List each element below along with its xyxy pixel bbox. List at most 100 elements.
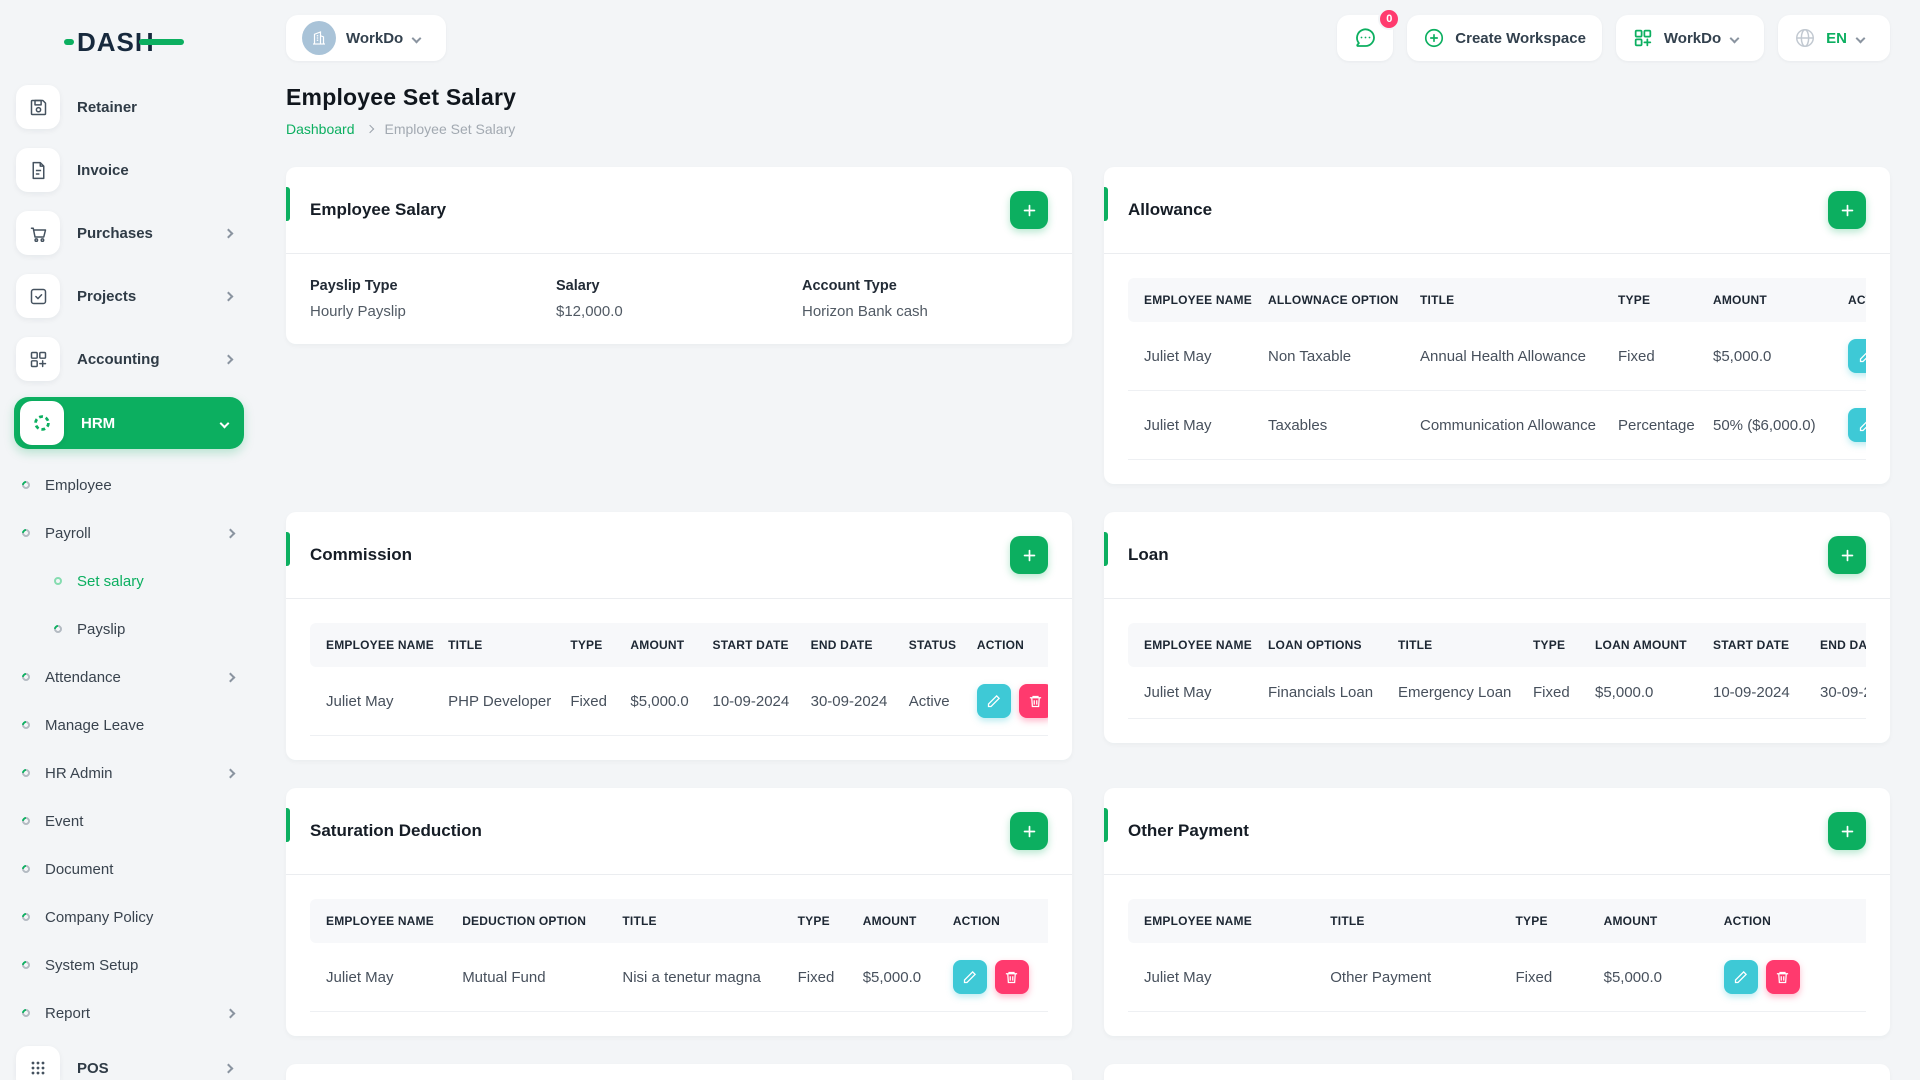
workspace-switcher[interactable]: WorkDo <box>286 15 447 61</box>
card-title: Commission <box>310 545 413 564</box>
messages-button[interactable]: 0 <box>1337 8 1401 61</box>
language-code: EN <box>1826 29 1847 47</box>
card-title: Saturation Deduction <box>310 821 482 840</box>
table-header-row: EMPLOYEE NAME ALLOWNACE OPTION TITLE TYP… <box>1128 278 1866 322</box>
add-loan-button[interactable] <box>1828 536 1866 574</box>
chevron-right-icon <box>223 228 234 238</box>
edit-button[interactable] <box>1848 339 1866 373</box>
card-title: Other Payment <box>1128 821 1249 840</box>
edit-employee-salary-button[interactable] <box>1010 191 1048 229</box>
chevron-down-icon <box>411 33 422 43</box>
delete-button[interactable] <box>1018 684 1048 718</box>
workdo-menu-button[interactable]: WorkDo <box>1615 15 1765 61</box>
chat-bubble-icon <box>1356 28 1376 47</box>
dots-grid-icon <box>16 1046 60 1080</box>
sidebar-item-payslip[interactable]: Payslip <box>22 605 244 653</box>
create-workspace-button[interactable]: Create Workspace <box>1407 15 1602 61</box>
plus-icon <box>1841 549 1853 561</box>
allowance-table: EMPLOYEE NAME ALLOWNACE OPTION TITLE TYP… <box>1128 278 1866 460</box>
delete-button[interactable] <box>1765 960 1800 994</box>
bullet-icon <box>20 815 32 827</box>
bullet-icon <box>20 911 32 923</box>
edit-button[interactable] <box>1848 408 1866 442</box>
table-row: Juliet May Taxables Communication Allowa… <box>1128 390 1866 460</box>
building-icon <box>313 31 325 45</box>
add-other-payment-button[interactable] <box>1828 812 1866 850</box>
pencil-icon <box>964 970 977 983</box>
sidebar-item-set-salary[interactable]: Set salary <box>22 557 244 605</box>
sidebar-item-report[interactable]: Report <box>20 989 244 1037</box>
sidebar-item-retainer[interactable]: Retainer <box>16 82 242 132</box>
bullet-icon <box>20 479 32 491</box>
sidebar-item-accounting[interactable]: Accounting <box>16 334 242 384</box>
save-icon <box>16 85 60 129</box>
sidebar-item-label: Projects <box>77 287 137 305</box>
breadcrumb-dashboard-link[interactable]: Dashboard <box>286 121 355 137</box>
employee-salary-card: Employee Salary Payslip Type Hourly Pays… <box>286 167 1072 344</box>
cards-grid: Employee Salary Payslip Type Hourly Pays… <box>286 167 1890 1080</box>
page-title: Employee Set Salary <box>286 84 517 110</box>
saturation-deduction-card: Saturation Deduction EMPLOYEE NAME DEDUC… <box>286 788 1072 1036</box>
sidebar-item-document[interactable]: Document <box>20 845 244 893</box>
bullet-icon <box>20 863 32 875</box>
sidebar-item-company-policy[interactable]: Company Policy <box>20 893 244 941</box>
bullet-icon <box>20 767 32 779</box>
other-payment-table: EMPLOYEE NAME TITLE TYPE AMOUNT ACTION J… <box>1128 899 1866 1012</box>
sidebar-item-attendance[interactable]: Attendance <box>20 653 244 701</box>
bullet-icon <box>54 577 62 585</box>
bullet-icon <box>52 623 64 635</box>
sidebar-item-manage-leave[interactable]: Manage Leave <box>20 701 244 749</box>
sidebar: DASH Retainer Invoice Purchases Projects… <box>0 0 258 1080</box>
chevron-right-icon <box>223 354 234 364</box>
plus-icon <box>1841 204 1853 216</box>
plus-icon <box>1023 825 1035 837</box>
pencil-icon <box>988 694 1001 707</box>
page-content: Employee Set Salary Dashboard Employee S… <box>258 64 1920 1080</box>
app-logo[interactable]: DASH <box>0 14 258 70</box>
language-selector[interactable]: EN <box>1778 15 1890 61</box>
trash-icon <box>1006 971 1018 983</box>
main-area: WorkDo 0 Create Workspace WorkDo EN Empl… <box>258 0 1920 1080</box>
loan-card: Loan EMPLOYEE NAME LOAN OPTIONS TITLE TY… <box>1104 512 1890 743</box>
sidebar-item-system-setup[interactable]: System Setup <box>20 941 244 989</box>
sidebar-item-invoice[interactable]: Invoice <box>16 145 242 195</box>
bullet-icon <box>20 1007 32 1019</box>
add-allowance-button[interactable] <box>1828 191 1866 229</box>
sidebar-item-payroll[interactable]: Payroll <box>20 509 244 557</box>
hrm-circle-icon <box>20 401 64 445</box>
trash-icon <box>1030 695 1042 707</box>
sidebar-item-projects[interactable]: Projects <box>16 271 242 321</box>
chevron-right-icon <box>223 1063 234 1073</box>
edit-button[interactable] <box>976 684 1011 718</box>
sidebar-item-hr-admin[interactable]: HR Admin <box>20 749 244 797</box>
loan-table: EMPLOYEE NAME LOAN OPTIONS TITLE TYPE LO… <box>1128 623 1866 719</box>
sidebar-item-event[interactable]: Event <box>20 797 244 845</box>
chevron-right-icon <box>225 1008 236 1018</box>
sidebar-item-purchases[interactable]: Purchases <box>16 208 242 258</box>
edit-button[interactable] <box>1723 960 1758 994</box>
add-saturation-deduction-button[interactable] <box>1010 812 1048 850</box>
card-title: Employee Salary <box>310 200 447 219</box>
pencil-icon <box>1859 351 1866 362</box>
saturation-deduction-table: EMPLOYEE NAME DEDUCTION OPTION TITLE TYP… <box>310 899 1048 1012</box>
check-square-icon <box>16 274 60 318</box>
bullet-icon <box>20 719 32 731</box>
sidebar-item-employee[interactable]: Employee <box>20 461 244 509</box>
field-account-type: Account Type Horizon Bank cash <box>802 278 928 320</box>
sidebar-item-hrm[interactable]: HRM <box>14 397 244 449</box>
invoice-icon <box>16 148 60 192</box>
cart-icon <box>16 211 60 255</box>
grid-plus-icon <box>16 337 60 381</box>
sidebar-bottom-nav: POS CRM <box>0 1043 258 1080</box>
delete-button[interactable] <box>994 960 1029 994</box>
pencil-icon <box>1859 420 1866 431</box>
sidebar-nav: Retainer Invoice Purchases Projects Acco… <box>0 82 258 449</box>
field-payslip-type: Payslip Type Hourly Payslip <box>310 278 406 320</box>
field-salary: Salary $12,000.0 <box>556 278 623 320</box>
edit-button[interactable] <box>952 960 987 994</box>
bullet-icon <box>20 671 32 683</box>
sidebar-item-pos[interactable]: POS <box>16 1043 242 1080</box>
commission-card: Commission EMPLOYEE NAME TITLE TYPE AMOU… <box>286 512 1072 760</box>
add-commission-button[interactable] <box>1010 536 1048 574</box>
commission-table: EMPLOYEE NAME TITLE TYPE AMOUNT START DA… <box>310 623 1048 736</box>
